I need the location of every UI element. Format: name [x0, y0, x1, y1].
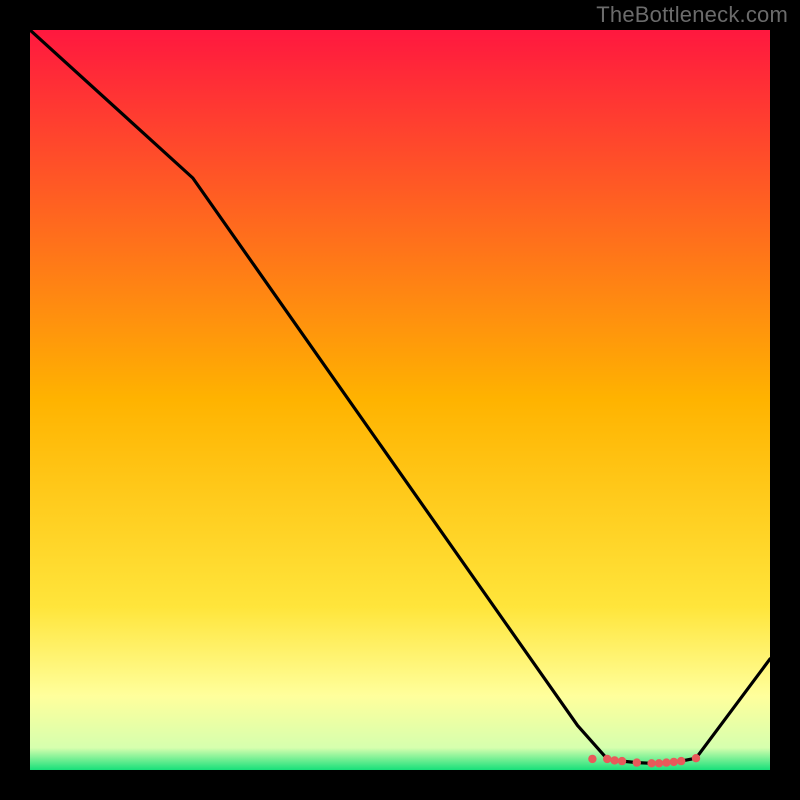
marker-point: [677, 757, 685, 765]
marker-point: [588, 755, 596, 763]
gradient-background: [30, 30, 770, 770]
marker-point: [662, 758, 670, 766]
marker-point: [647, 759, 655, 767]
marker-point: [603, 755, 611, 763]
watermark-text: TheBottleneck.com: [596, 2, 788, 28]
plot-frame: [30, 30, 770, 770]
marker-point: [692, 754, 700, 762]
chart-svg: [30, 30, 770, 770]
marker-point: [618, 757, 626, 765]
marker-point: [670, 758, 678, 766]
marker-point: [610, 756, 618, 764]
marker-point: [655, 759, 663, 767]
stage: TheBottleneck.com: [0, 0, 800, 800]
marker-point: [633, 758, 641, 766]
